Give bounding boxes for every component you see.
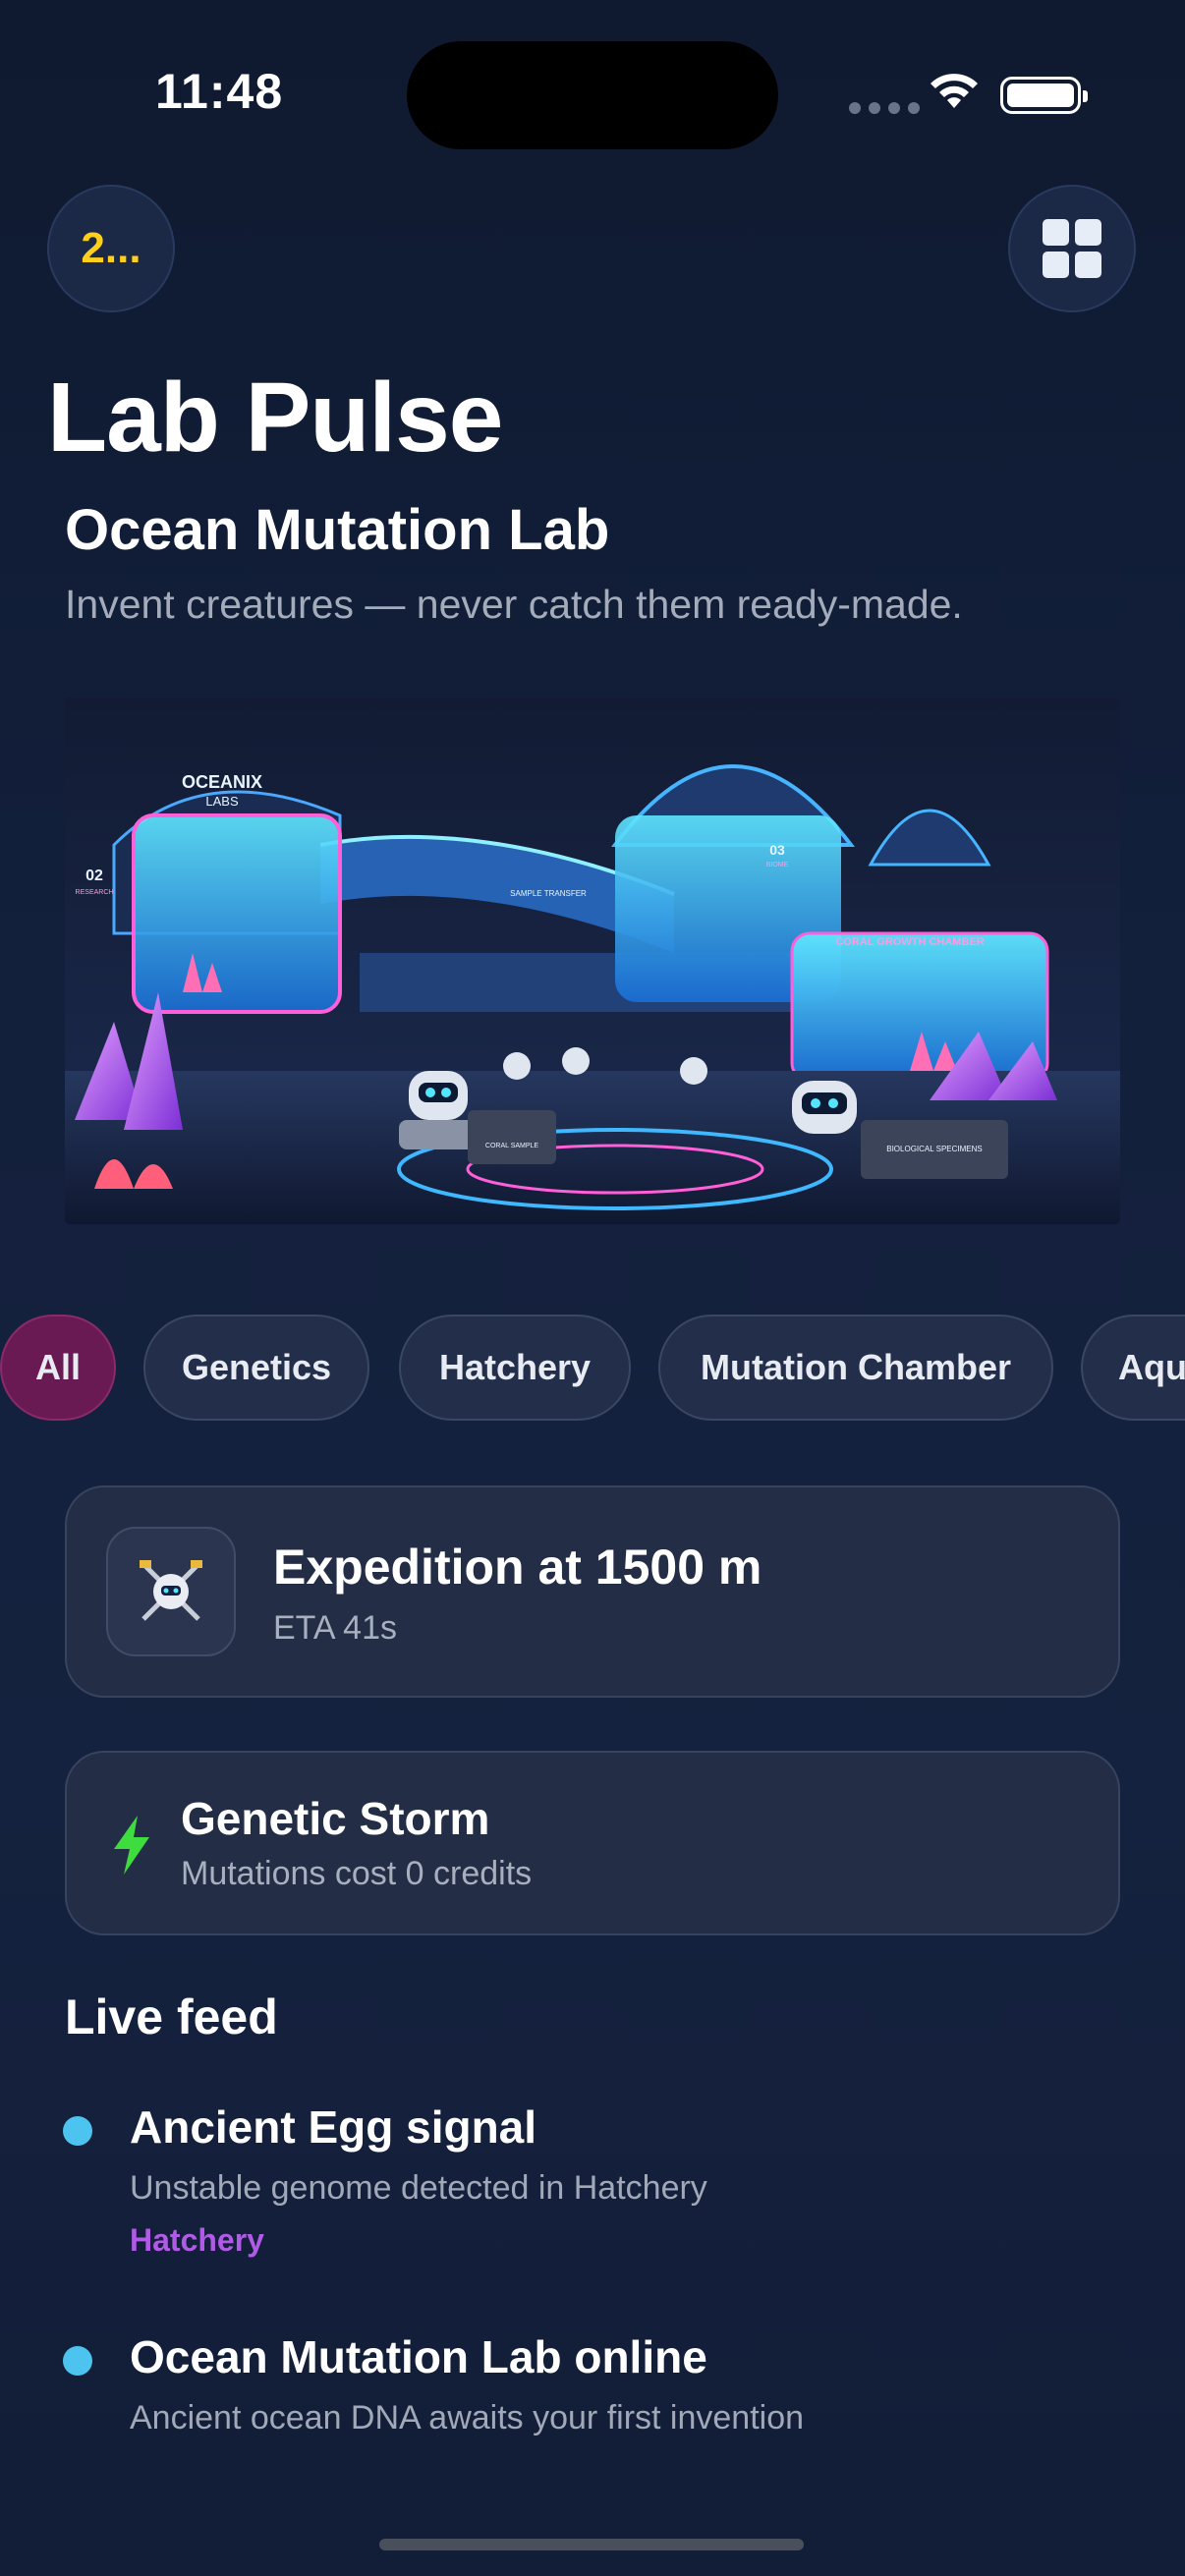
hero-sign-chamber: CORAL GROWTH CHAMBER bbox=[835, 936, 984, 948]
chip-aquarium[interactable]: Aqu bbox=[1081, 1315, 1185, 1421]
currency-badge-label: 2... bbox=[81, 224, 141, 272]
hero-panel-left-number: 02 bbox=[85, 868, 103, 884]
menu-grid-button[interactable] bbox=[1008, 185, 1136, 312]
chip-mutation-chamber[interactable]: Mutation Chamber bbox=[658, 1315, 1053, 1421]
live-feed-heading: Live feed bbox=[65, 1989, 278, 2044]
hero-panel-left-label: RESEARCH bbox=[76, 889, 114, 896]
lab-name: Ocean Mutation Lab bbox=[65, 498, 610, 562]
feed-item-subtitle: Unstable genome detected in Hatchery bbox=[130, 2169, 707, 2207]
hero-panel-right-number: 03 bbox=[769, 842, 785, 858]
home-indicator[interactable] bbox=[379, 2539, 804, 2550]
robot-diver-icon bbox=[106, 1527, 236, 1656]
chip-hatchery[interactable]: Hatchery bbox=[399, 1315, 631, 1421]
hero-sign-transfer: SAMPLE TRANSFER bbox=[510, 889, 587, 898]
chip-genetics[interactable]: Genetics bbox=[143, 1315, 369, 1421]
hero-crate-left: CORAL SAMPLE bbox=[485, 1143, 539, 1149]
category-filter-bar: All Genetics Hatchery Mutation Chamber A… bbox=[0, 1315, 1185, 1423]
event-subtitle: Mutations cost 0 credits bbox=[181, 1855, 533, 1892]
feed-item-tag[interactable]: Hatchery bbox=[130, 2222, 264, 2259]
feed-item-title: Ocean Mutation Lab online bbox=[130, 2331, 707, 2382]
hero-sign-main: OCEANIX bbox=[182, 772, 262, 792]
chip-all[interactable]: All bbox=[0, 1315, 116, 1421]
expedition-eta: ETA 41s bbox=[273, 1609, 397, 1647]
expedition-title: Expedition at 1500 m bbox=[273, 1540, 762, 1595]
lightning-bolt-icon bbox=[114, 1816, 149, 1875]
hero-sign-sub: LABS bbox=[205, 794, 239, 809]
dynamic-island bbox=[407, 41, 778, 149]
lab-tagline: Invent creatures — never catch them read… bbox=[65, 582, 963, 627]
hero-panel-right-label: BIOME bbox=[766, 862, 789, 868]
lab-pulse-screen: 11:48 2... Lab Pulse Ocean Mutation Lab … bbox=[0, 0, 1185, 2576]
cellular-signal-icon bbox=[849, 102, 920, 114]
genetic-storm-card[interactable]: Genetic Storm Mutations cost 0 credits bbox=[65, 1751, 1120, 1935]
currency-badge-button[interactable]: 2... bbox=[47, 185, 175, 312]
battery-icon bbox=[1000, 77, 1088, 114]
event-title: Genetic Storm bbox=[181, 1793, 490, 1844]
feed-dot-icon bbox=[63, 2346, 92, 2376]
status-time: 11:48 bbox=[155, 64, 284, 119]
feed-item-subtitle: Ancient ocean DNA awaits your first inve… bbox=[130, 2399, 805, 2436]
grid-icon bbox=[1043, 219, 1101, 278]
wifi-icon bbox=[931, 74, 978, 108]
feed-dot-icon bbox=[63, 2116, 92, 2146]
expedition-card[interactable]: Expedition at 1500 m ETA 41s bbox=[65, 1485, 1120, 1698]
page-title: Lab Pulse bbox=[47, 363, 503, 473]
feed-item-title: Ancient Egg signal bbox=[130, 2101, 537, 2153]
hero-crate-right: BIOLOGICAL SPECIMENS bbox=[886, 1145, 983, 1153]
lab-hero-image: OCEANIX LABS 02 RESEARCH 03 BIOME SAMPLE… bbox=[65, 698, 1120, 1224]
